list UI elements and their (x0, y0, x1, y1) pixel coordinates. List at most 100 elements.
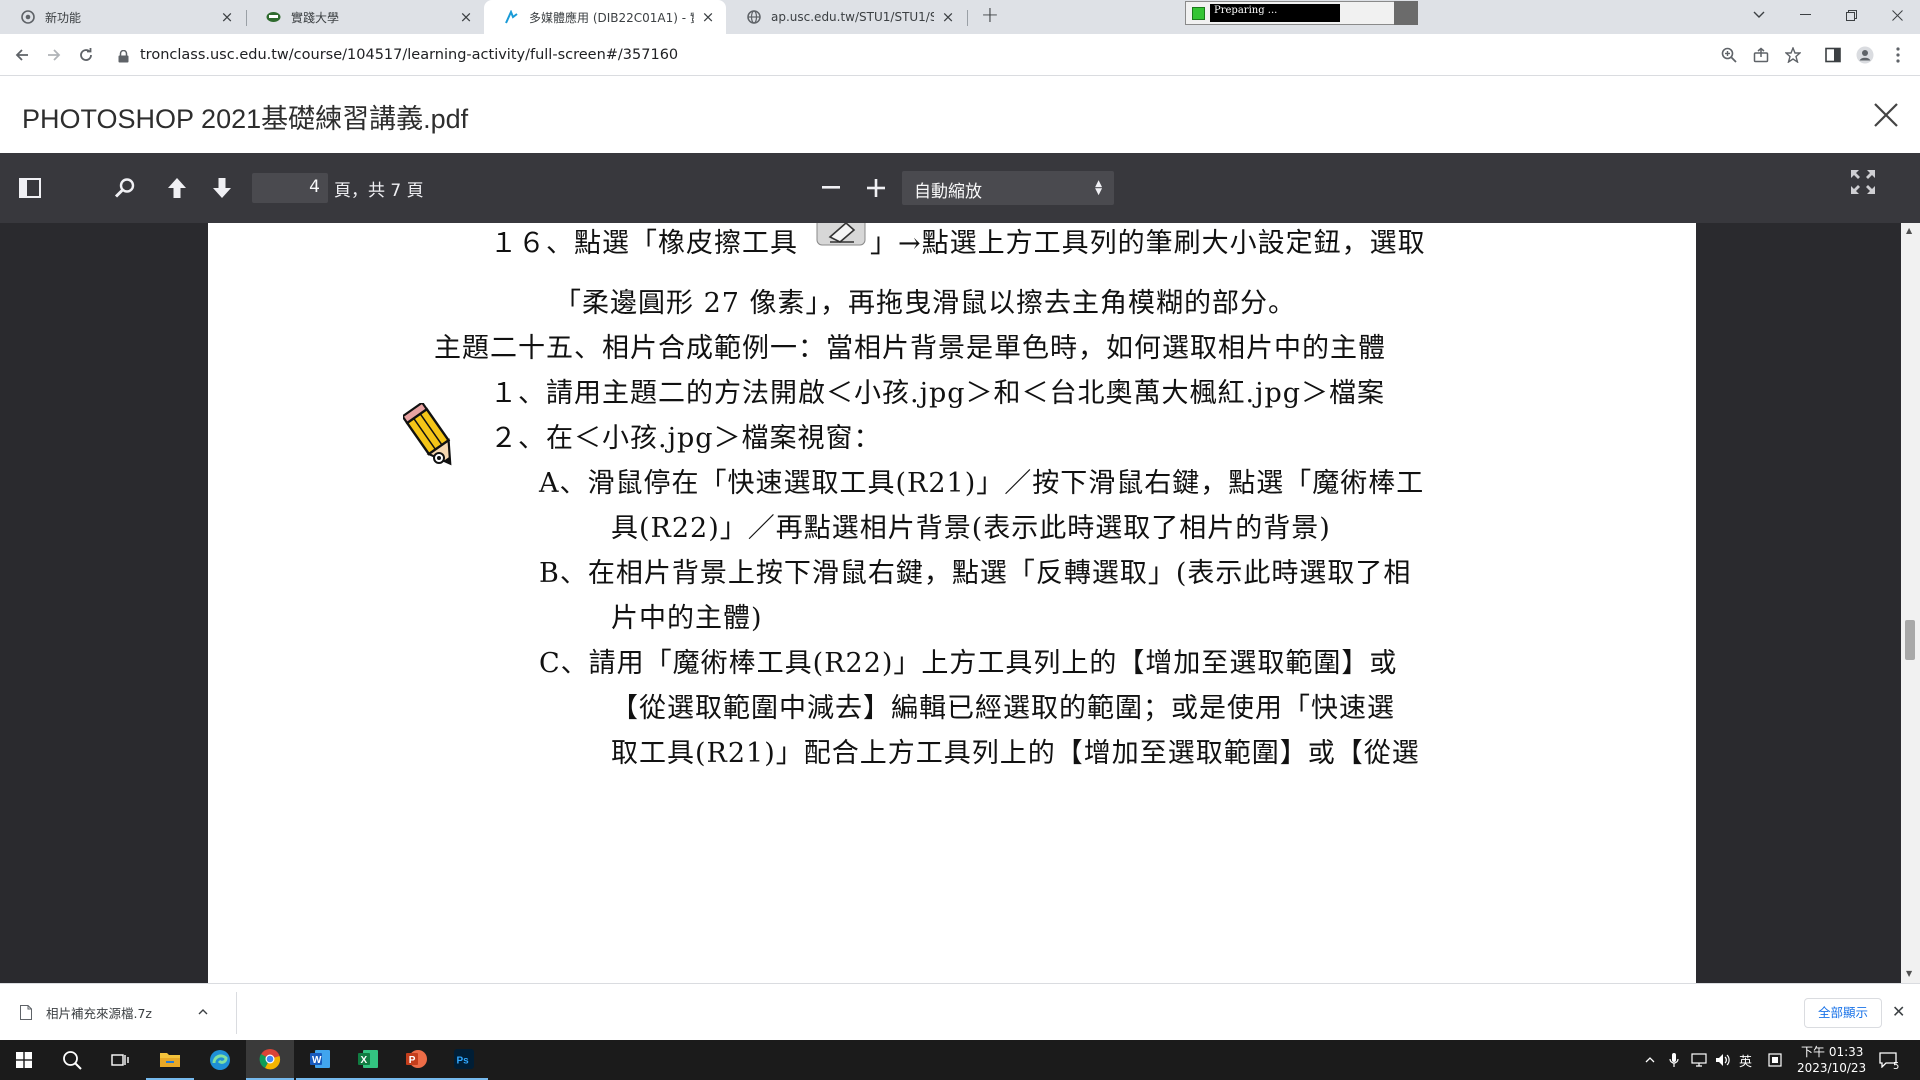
word-icon[interactable]: W (296, 1040, 344, 1080)
start-button[interactable] (0, 1040, 48, 1080)
find-button[interactable] (110, 173, 140, 203)
scroll-down-arrow-icon[interactable]: ▼ (1906, 969, 1912, 978)
text-line: １６、點選「橡皮擦工具 (490, 228, 798, 259)
downloads-bar: 相片補充來源檔.7z 全部顯示 ✕ (0, 983, 1920, 1040)
preview-header: PHOTOSHOP 2021基礎練習講義.pdf (0, 77, 1920, 153)
edge-browser-icon[interactable] (196, 1040, 244, 1080)
scroll-up-arrow-icon[interactable]: ▲ (1906, 226, 1912, 235)
page-count-label: 頁，共 7 頁 (334, 181, 424, 201)
page-number-input[interactable]: 4 (252, 173, 328, 203)
browser-toolbar: tronclass.usc.edu.tw/course/104517/learn… (0, 34, 1920, 76)
scrollbar-thumb[interactable] (1905, 620, 1915, 660)
fullscreen-button[interactable] (1848, 167, 1878, 197)
volume-icon[interactable] (1711, 1040, 1735, 1080)
pencil-illustration (400, 401, 463, 475)
chrome-menu-icon[interactable] (1888, 45, 1908, 65)
new-tab-button[interactable]: + (978, 5, 1002, 29)
svg-text:Ps: Ps (457, 1056, 470, 1067)
progress-label: Preparing ... (1210, 4, 1340, 22)
text-line: 「柔邊圓形 27 像素」，再拖曳滑鼠以擦去主角模糊的部分。 (554, 288, 1297, 319)
download-file-name: 相片補充來源檔.7z (46, 1005, 152, 1021)
svg-text:X: X (361, 1055, 368, 1066)
tab-label: 實踐大學 (291, 10, 340, 25)
lock-icon[interactable] (118, 48, 129, 67)
tab-label: 新功能 (45, 10, 82, 25)
pdf-viewer[interactable]: １６、點選「橡皮擦工具 」→點選上方工具列的筆刷大小設定鈕，選取 「柔邊圓形 2… (0, 223, 1920, 983)
forward-button[interactable] (42, 43, 66, 67)
search-icon[interactable] (48, 1040, 96, 1080)
vertical-scrollbar[interactable]: ▲ ▼ (1901, 223, 1920, 983)
zoom-in-button[interactable] (861, 173, 891, 203)
clock-date[interactable]: 2023/10/23 (1797, 1061, 1866, 1075)
microphone-icon[interactable] (1662, 1040, 1686, 1080)
notification-count-badge: 5 (1893, 1061, 1900, 1072)
tab-tronclass[interactable]: 多媒體應用 (DIB22C01A1) - 實踐 × (484, 0, 726, 34)
tab-close-icon[interactable]: × (700, 9, 716, 25)
overlay-handle (1394, 1, 1418, 25)
text-line: ２、在＜小孩.jpg＞檔案視窗： (490, 423, 882, 454)
extension-progress-overlay: Preparing ... (1185, 1, 1418, 25)
select-arrows-icon: ▲ ▼ (1095, 179, 1102, 197)
minimize-button[interactable] (1782, 0, 1828, 30)
photoshop-icon[interactable]: Ps (440, 1040, 488, 1080)
chevron-up-icon[interactable] (198, 1009, 208, 1015)
reload-button[interactable] (74, 43, 98, 67)
tab-label: 多媒體應用 (DIB22C01A1) - 實踐 (529, 10, 694, 25)
status-indicator (1192, 7, 1205, 20)
notification-center-icon[interactable] (1868, 1040, 1908, 1080)
tab-ap-usc[interactable]: ap.usc.edu.tw/STU1/STU1/SEC × (726, 0, 966, 34)
tab-usc[interactable]: 實踐大學 × (246, 0, 484, 34)
tab-divider (967, 10, 968, 26)
text-line: 主題二十五、相片合成範例一：當相片背景是單色時，如何選取相片中的主體 (434, 333, 1386, 364)
restore-button[interactable] (1828, 0, 1874, 30)
task-view-icon[interactable] (96, 1040, 144, 1080)
ime-mode-icon[interactable] (1763, 1040, 1787, 1080)
next-page-button[interactable] (207, 173, 237, 203)
divider (236, 992, 237, 1034)
previous-page-button[interactable] (162, 173, 192, 203)
text-line: 片中的主體) (611, 603, 763, 634)
zoom-select[interactable]: 自動縮放 ▲ ▼ (902, 171, 1114, 205)
share-icon[interactable] (1751, 45, 1771, 65)
pdf-toolbar: 4 頁，共 7 頁 自動縮放 ▲ ▼ (0, 153, 1920, 223)
show-all-downloads-button[interactable]: 全部顯示 (1804, 998, 1882, 1028)
eraser-tool-icon (816, 223, 866, 247)
powerpoint-icon[interactable]: P (392, 1040, 440, 1080)
close-window-button[interactable] (1874, 0, 1920, 30)
address-bar[interactable]: tronclass.usc.edu.tw/course/104517/learn… (140, 45, 678, 65)
side-panel-icon[interactable] (1823, 45, 1843, 65)
page-title: PHOTOSHOP 2021基礎練習講義.pdf (22, 104, 469, 134)
sidebar-toggle-button[interactable] (15, 173, 45, 203)
usc-logo-icon (266, 10, 281, 25)
tab-close-icon[interactable]: × (458, 9, 474, 25)
clock-time[interactable]: 下午 01:33 (1801, 1043, 1863, 1060)
windows-taskbar: W X P Ps 英 下午 01:33 2023/10/23 5 (0, 1040, 1920, 1080)
excel-icon[interactable]: X (344, 1040, 392, 1080)
pdf-page: １６、點選「橡皮擦工具 」→點選上方工具列的筆刷大小設定鈕，選取 「柔邊圓形 2… (208, 223, 1696, 983)
tab-label: ap.usc.edu.tw/STU1/STU1/SEC (771, 10, 934, 24)
profile-avatar-icon[interactable] (1855, 45, 1875, 65)
download-item[interactable]: 相片補充來源檔.7z (20, 997, 208, 1027)
ime-indicator[interactable]: 英 (1739, 1051, 1752, 1070)
chrome-icon[interactable] (246, 1040, 294, 1080)
bookmark-star-icon[interactable] (1783, 45, 1803, 65)
text-line: C、請用「魔術棒工具(R22)」上方工具列上的【增加至選取範圍】或 (539, 648, 1398, 679)
file-explorer-icon[interactable] (146, 1040, 194, 1080)
text-line: 【從選取範圍中減去】編輯已經選取的範圍；或是使用「快速選 (611, 693, 1395, 724)
svg-text:W: W (312, 1055, 322, 1066)
show-hidden-icons-chevron-icon[interactable] (1638, 1040, 1662, 1080)
close-preview-button[interactable] (1870, 99, 1902, 131)
tab-close-icon[interactable]: × (219, 9, 235, 25)
tab-new-features[interactable]: 新功能 × (0, 0, 245, 34)
tab-close-icon[interactable]: × (940, 9, 956, 25)
network-icon[interactable] (1687, 1040, 1711, 1080)
text-line: 」→點選上方工具列的筆刷大小設定鈕，選取 (870, 228, 1426, 259)
text-line: １、請用主題二的方法開啟＜小孩.jpg＞和＜台北奧萬大楓紅.jpg＞檔案 (490, 378, 1386, 409)
back-button[interactable] (10, 43, 34, 67)
zoom-out-button[interactable] (816, 173, 846, 203)
text-line: B、在相片背景上按下滑鼠右鍵，點選「反轉選取」(表示此時選取了相 (539, 558, 1412, 589)
tab-search-button[interactable] (1736, 0, 1782, 30)
close-downloads-icon[interactable]: ✕ (1892, 1002, 1905, 1021)
text-line: 具(R22)」／再點選相片背景(表示此時選取了相片的背景) (611, 513, 1331, 544)
zoom-icon[interactable] (1719, 45, 1739, 65)
